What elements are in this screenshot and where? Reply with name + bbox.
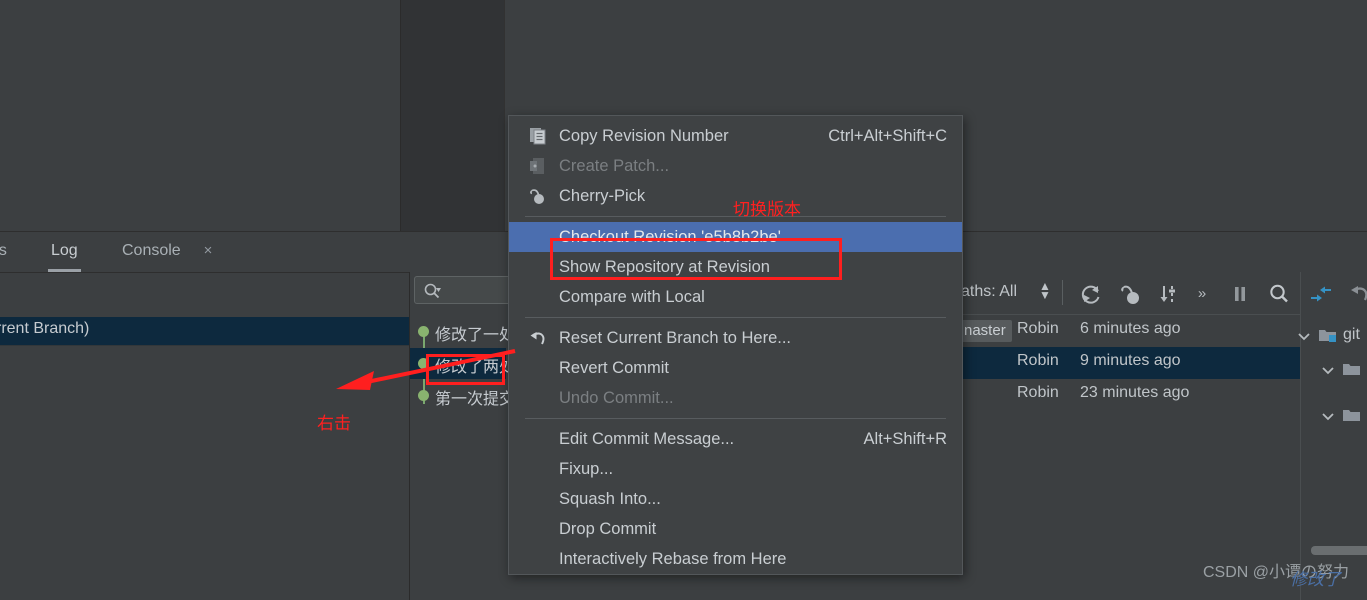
- menu-item-shortcut: Ctrl+Alt+Shift+C: [828, 127, 947, 145]
- menu-item-drop-commit[interactable]: Drop Commit: [509, 514, 962, 544]
- folder-icon: [1342, 361, 1361, 377]
- menu-separator: [525, 418, 946, 419]
- reset-icon: [529, 329, 547, 347]
- tab-log-label: Log: [51, 242, 78, 259]
- annotation-switch-version: 切换版本: [733, 200, 801, 220]
- menu-item-shortcut: Alt+Shift+R: [863, 430, 947, 448]
- menu-item-label: Fixup...: [559, 460, 614, 478]
- menu-item-label: Reset Current Branch to Here...: [559, 329, 792, 347]
- menu-item-copy-revision-number[interactable]: Copy Revision Number Ctrl+Alt+Shift+C: [509, 121, 962, 151]
- menu-separator: [525, 317, 946, 318]
- commit-author: Robin: [1017, 320, 1059, 337]
- table-row[interactable]: Robin 9 minutes ago: [963, 347, 1300, 379]
- menu-item-squash-into[interactable]: Squash Into...: [509, 484, 962, 514]
- commit-time: 9 minutes ago: [1080, 352, 1181, 369]
- menu-item-create-patch: Create Patch...: [509, 151, 962, 181]
- menu-item-label: Cherry-Pick: [559, 187, 646, 205]
- menu-item-revert-commit[interactable]: Revert Commit: [509, 353, 962, 383]
- log-toolbar: aths: All ▲ ▼ »: [961, 272, 1367, 314]
- menu-item-fixup[interactable]: Fixup...: [509, 454, 962, 484]
- menu-item-reset-current-branch[interactable]: Reset Current Branch to Here...: [509, 323, 962, 353]
- search-icon: [423, 282, 441, 300]
- collapse-arrows-icon[interactable]: [1308, 281, 1334, 307]
- menu-item-label: Squash Into...: [559, 490, 661, 508]
- tree-item-folder[interactable]: [1301, 358, 1367, 382]
- branch-list-panel: rrent Branch): [0, 272, 409, 600]
- commit-graph-column: 修改了一处 修改了两处 第一次提交: [409, 272, 534, 600]
- menu-item-edit-commit-message[interactable]: Edit Commit Message... Alt+Shift+R: [509, 424, 962, 454]
- toolbar-separator: [1062, 280, 1063, 305]
- pause-icon[interactable]: [1227, 281, 1253, 307]
- cherry-icon: [529, 187, 547, 205]
- menu-item-label: Create Patch...: [559, 157, 670, 175]
- tab-console[interactable]: Console: [118, 238, 185, 268]
- cherry-icon[interactable]: [1118, 281, 1144, 307]
- paths-filter-chevron-icon[interactable]: ▲ ▼: [1039, 280, 1051, 302]
- annotation-right-click: 右击: [317, 414, 351, 434]
- watermark: CSDN @小谭の努力 修改了: [1203, 558, 1349, 589]
- menu-item-label: Edit Commit Message...: [559, 430, 735, 448]
- menu-item-label: Show Repository at Revision: [559, 258, 770, 276]
- tool-window-tabstrip: es Log Console ×: [0, 232, 505, 272]
- tree-item-label: git: [1343, 326, 1360, 343]
- undo-arrow-icon[interactable]: [1347, 281, 1367, 307]
- horizontal-scrollbar[interactable]: [1311, 546, 1367, 555]
- menu-item-label: Checkout Revision 'e5b8b2be': [559, 228, 781, 246]
- tree-item-folder[interactable]: [1301, 404, 1367, 428]
- menu-item-show-repository-at-revision[interactable]: Show Repository at Revision: [509, 252, 962, 282]
- menu-item-label: Compare with Local: [559, 288, 705, 306]
- chevron-double-right-icon[interactable]: »: [1189, 281, 1215, 307]
- search-icon[interactable]: [1266, 281, 1292, 307]
- paths-filter-label[interactable]: aths: All: [961, 283, 1017, 301]
- close-icon[interactable]: ×: [200, 243, 216, 259]
- chevron-down-icon[interactable]: [1320, 362, 1336, 378]
- menu-item-label: Undo Commit...: [559, 389, 674, 407]
- annotation-arrow: [336, 349, 516, 390]
- tab-console-label: Console: [122, 242, 181, 259]
- commit-row[interactable]: 修改了一处: [410, 316, 515, 347]
- menu-item-label: Interactively Rebase from Here: [559, 550, 787, 568]
- commit-dot-icon: [418, 326, 429, 337]
- table-row[interactable]: Robin 23 minutes ago: [963, 379, 1300, 411]
- menu-item-label: Revert Commit: [559, 359, 670, 377]
- chevron-down-icon[interactable]: [1320, 408, 1336, 424]
- editor-pane-left: [0, 0, 400, 232]
- sort-icon[interactable]: [1156, 281, 1182, 307]
- toolbar-separator: [1300, 272, 1301, 314]
- app-window: es Log Console × rrent Branch): [0, 0, 1367, 600]
- folder-icon: [1342, 407, 1361, 423]
- table-row[interactable]: naster Robin 6 minutes ago: [958, 315, 1300, 347]
- branch-list-item-current[interactable]: rrent Branch): [0, 317, 409, 345]
- tab-log[interactable]: Log: [47, 238, 82, 272]
- folder-icon: [1318, 327, 1337, 343]
- refresh-icon[interactable]: [1078, 281, 1104, 307]
- commit-message: 修改了一处: [435, 327, 516, 344]
- menu-item-compare-with-local[interactable]: Compare with Local: [509, 282, 962, 312]
- patch-icon: [529, 157, 547, 175]
- chevron-down-icon[interactable]: [1296, 328, 1312, 344]
- tab-changes-label: es: [0, 242, 7, 259]
- menu-item-label: Copy Revision Number: [559, 127, 729, 145]
- menu-item-undo-commit: Undo Commit...: [509, 383, 962, 413]
- commit-author: Robin: [1017, 384, 1059, 401]
- menu-item-checkout-revision[interactable]: Checkout Revision 'e5b8b2be': [509, 222, 962, 252]
- tab-changes[interactable]: es: [0, 238, 11, 268]
- commit-author: Robin: [1017, 352, 1059, 369]
- branch-list-item-label: rrent Branch): [0, 320, 90, 337]
- watermark-blue-text: 修改了: [1290, 570, 1341, 589]
- editor-pane-middle: [400, 0, 505, 232]
- branch-badge: naster: [958, 320, 1012, 342]
- copy-icon: [529, 127, 547, 145]
- menu-item-interactively-rebase-from-here[interactable]: Interactively Rebase from Here: [509, 544, 962, 574]
- menu-item-label: Drop Commit: [559, 520, 657, 538]
- tree-item-git[interactable]: git: [1298, 324, 1367, 348]
- context-menu: Copy Revision Number Ctrl+Alt+Shift+C Cr…: [508, 115, 963, 575]
- commit-time: 23 minutes ago: [1080, 384, 1190, 401]
- commit-time: 6 minutes ago: [1080, 320, 1181, 337]
